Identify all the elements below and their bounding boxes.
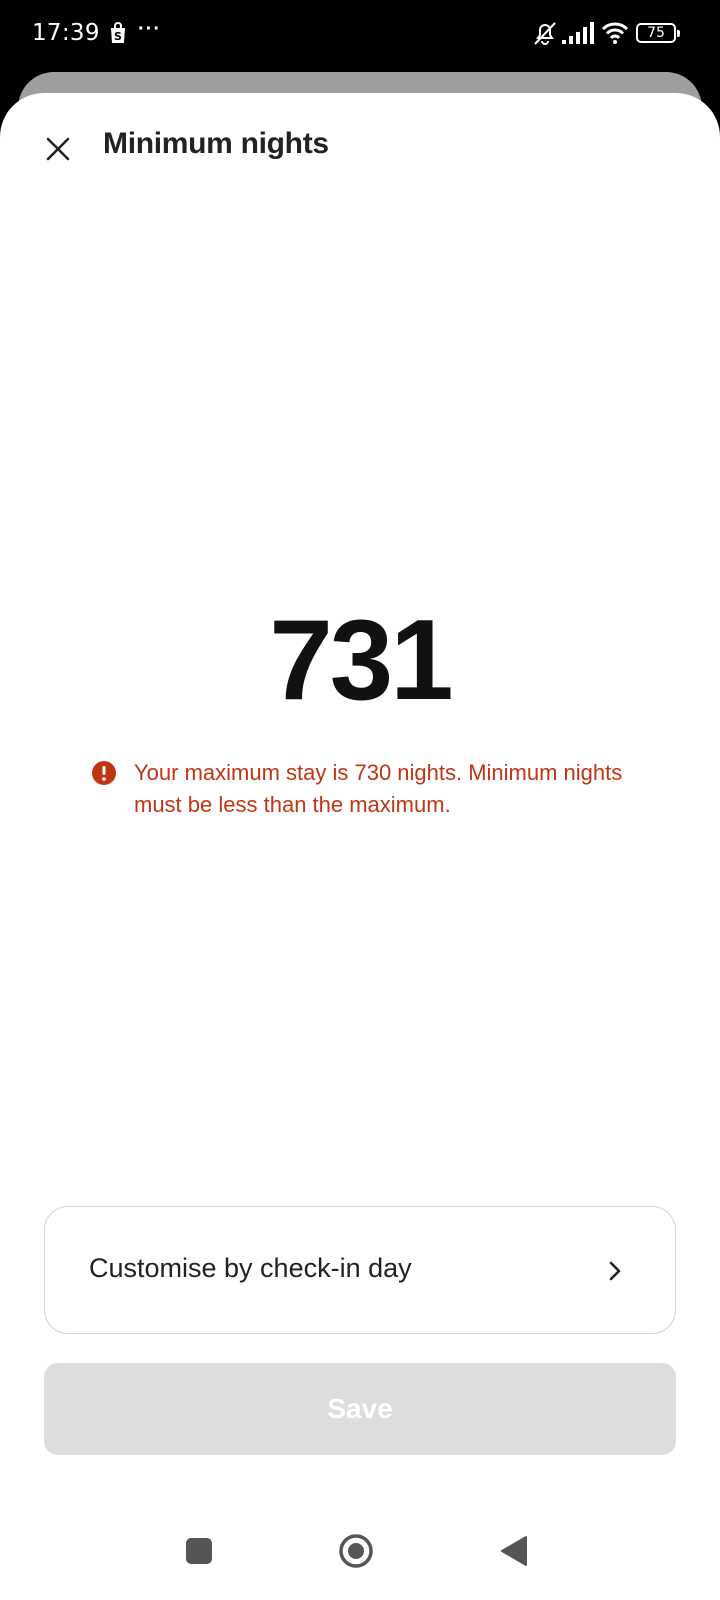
customise-label: Customise by check-in day	[89, 1253, 412, 1283]
chevron-right-icon	[609, 1261, 621, 1281]
signal-icon	[562, 22, 594, 44]
shop-icon: S	[111, 22, 125, 43]
bottom-sheet: Minimum nights 731 Your maximum stay is …	[0, 93, 720, 1600]
status-bar: 17:39 S ··· 75	[0, 0, 720, 70]
status-time: 17:39	[32, 20, 100, 46]
status-more-icon: ···	[138, 18, 161, 40]
minimum-nights-value[interactable]: 731	[0, 595, 720, 726]
recents-icon[interactable]	[186, 1538, 212, 1564]
close-button[interactable]	[40, 131, 76, 167]
home-icon[interactable]	[338, 1533, 374, 1569]
svg-text:S: S	[114, 30, 122, 43]
back-icon[interactable]	[500, 1535, 528, 1567]
battery-icon: 75	[636, 23, 680, 43]
wifi-icon	[601, 22, 629, 44]
error-text: Your maximum stay is 730 nights. Minimum…	[134, 760, 623, 817]
error-icon	[92, 761, 116, 785]
close-icon	[46, 137, 70, 161]
customise-by-check-in-day-button[interactable]: Customise by check-in day	[44, 1206, 676, 1334]
bell-off-icon	[534, 22, 556, 45]
system-nav-bar	[0, 1493, 720, 1600]
page-title: Minimum nights	[103, 127, 329, 160]
save-button[interactable]: Save	[44, 1363, 676, 1455]
